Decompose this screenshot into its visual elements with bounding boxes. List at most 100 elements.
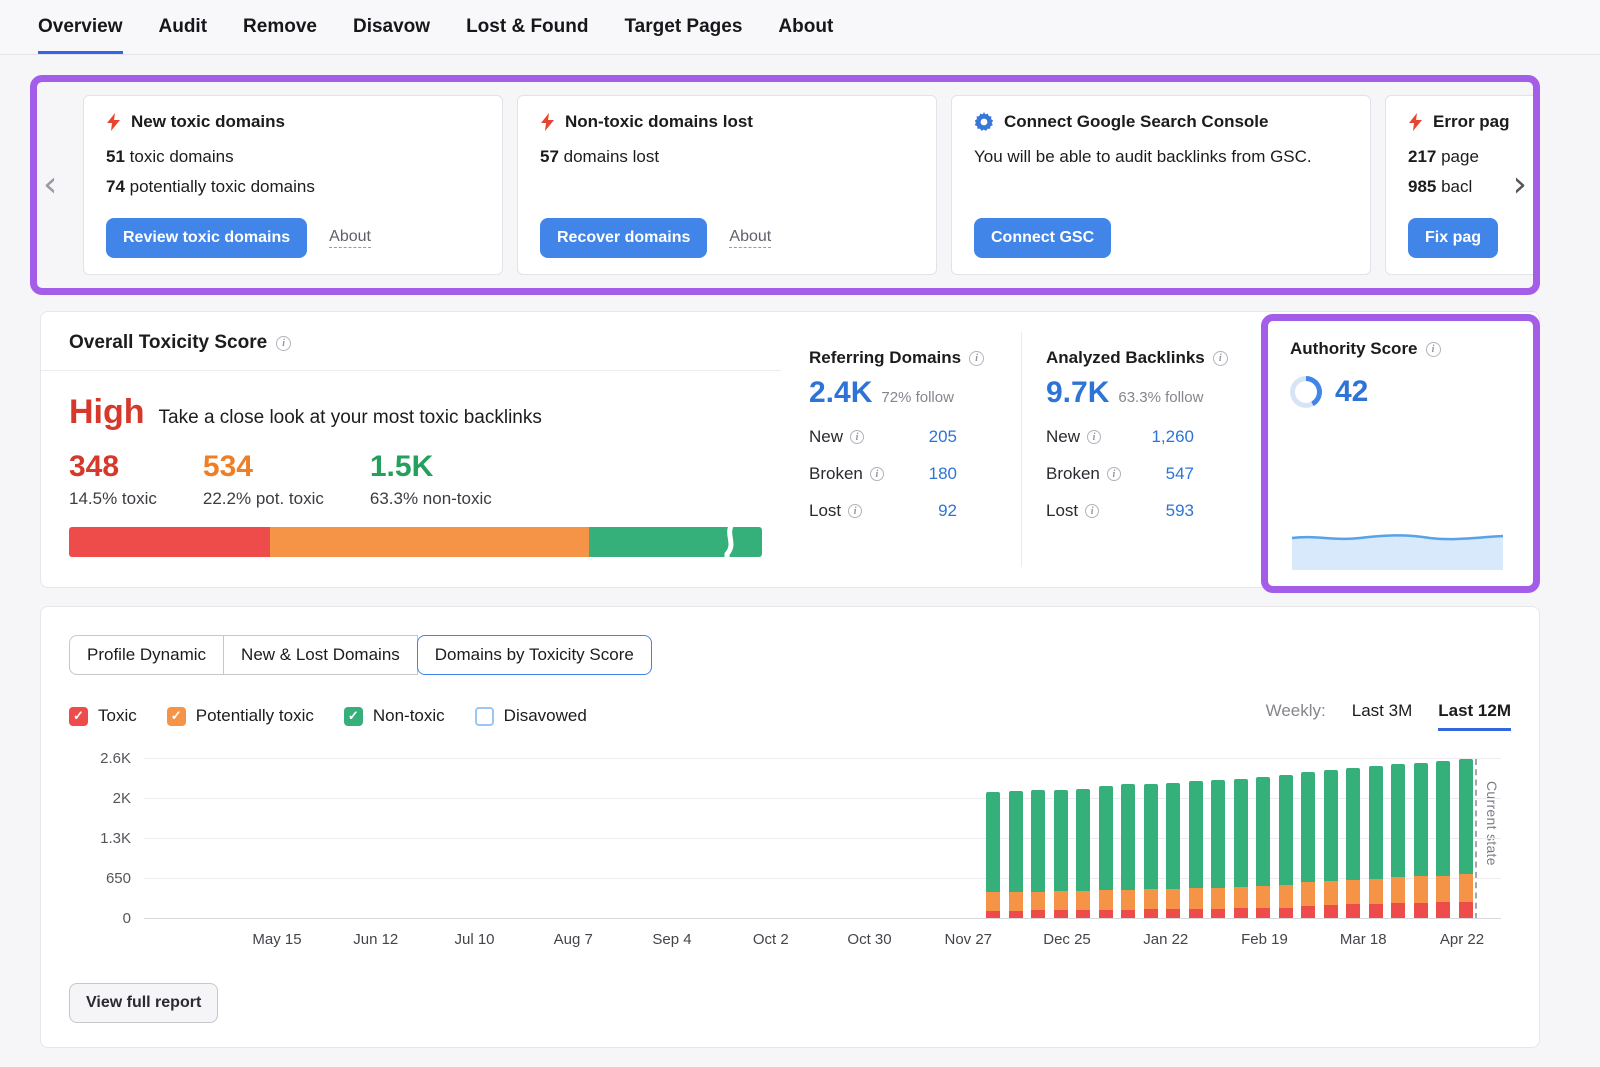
- info-icon[interactable]: i: [1085, 504, 1099, 518]
- chart-bar[interactable]: [1279, 775, 1293, 918]
- recover-domains-button[interactable]: Recover domains: [540, 218, 707, 258]
- period-label: Weekly:: [1266, 701, 1326, 721]
- card-nontoxic-domains-lost: Non-toxic domains lost 57 domains lost R…: [517, 95, 937, 275]
- chart-bar[interactable]: [1211, 780, 1225, 918]
- legend-disavowed[interactable]: Disavowed: [475, 706, 587, 726]
- toxicity-title: Overall Toxicity Score: [69, 332, 267, 354]
- info-icon[interactable]: i: [969, 351, 984, 366]
- referring-domains-follow: 72% follow: [881, 389, 954, 406]
- gear-icon: [974, 112, 994, 132]
- chart-bar[interactable]: [1414, 763, 1428, 918]
- carousel-prev-icon[interactable]: ‹: [43, 167, 57, 203]
- chart-bar[interactable]: [1099, 786, 1113, 918]
- fix-pages-button[interactable]: Fix pag: [1408, 218, 1498, 258]
- chart-bar[interactable]: [986, 792, 1000, 918]
- metric-value-link[interactable]: 593: [1166, 501, 1194, 521]
- chart-plot[interactable]: Current state: [144, 759, 1501, 919]
- chart-bar[interactable]: [1234, 779, 1248, 918]
- checkbox-disavowed[interactable]: [475, 707, 494, 726]
- chart-bar[interactable]: [1436, 761, 1450, 918]
- chart-bar[interactable]: [1144, 784, 1158, 918]
- checkbox-non-toxic[interactable]: ✓: [344, 707, 363, 726]
- legend-non-toxic[interactable]: ✓ Non-toxic: [344, 706, 445, 726]
- review-toxic-domains-button[interactable]: Review toxic domains: [106, 218, 307, 258]
- tab-about[interactable]: About: [778, 0, 833, 54]
- chart-bar[interactable]: [1301, 772, 1315, 918]
- referring-domains-title: Referring Domains: [809, 348, 961, 368]
- metric-value-link[interactable]: 180: [929, 464, 957, 484]
- chart-bar[interactable]: [1346, 768, 1360, 918]
- chart-bar[interactable]: [1256, 777, 1270, 918]
- chart-bar[interactable]: [1391, 764, 1405, 918]
- metric-value-link[interactable]: 1,260: [1151, 427, 1194, 447]
- analyzed-backlinks-value: 9.7K: [1046, 376, 1109, 410]
- info-icon[interactable]: i: [1107, 467, 1121, 481]
- metric-row-new: Newi 1,260: [1046, 427, 1194, 447]
- tab-new-lost-domains[interactable]: New & Lost Domains: [223, 635, 418, 675]
- chart-bar[interactable]: [1009, 791, 1023, 918]
- chart-bar[interactable]: [1031, 790, 1045, 918]
- info-icon[interactable]: i: [1426, 342, 1441, 357]
- referring-domains-section: Referring Domains i 2.4K 72% follow Newi…: [809, 332, 1021, 567]
- info-icon[interactable]: i: [1087, 430, 1101, 444]
- tab-lost-and-found[interactable]: Lost & Found: [466, 0, 588, 54]
- authority-score-ring: [1290, 376, 1322, 408]
- chart-bar[interactable]: [1076, 789, 1090, 918]
- toxicity-level: High: [69, 393, 145, 432]
- tab-overview[interactable]: Overview: [38, 0, 123, 54]
- tab-target-pages[interactable]: Target Pages: [624, 0, 742, 54]
- about-link[interactable]: About: [329, 228, 371, 248]
- analyzed-backlinks-title: Analyzed Backlinks: [1046, 348, 1205, 368]
- chart-bar[interactable]: [1369, 766, 1383, 918]
- card-title: New toxic domains: [131, 112, 285, 132]
- card-title: Error pag: [1433, 112, 1510, 132]
- chart-bar[interactable]: [1459, 759, 1473, 918]
- period-last-3m[interactable]: Last 3M: [1352, 701, 1412, 731]
- toxic-segment[interactable]: [69, 527, 270, 557]
- chart-bar[interactable]: [1121, 784, 1135, 918]
- tab-remove[interactable]: Remove: [243, 0, 317, 54]
- tab-profile-dynamic[interactable]: Profile Dynamic: [69, 635, 224, 675]
- bolt-icon: [106, 113, 121, 131]
- info-icon[interactable]: i: [848, 504, 862, 518]
- tab-disavow[interactable]: Disavow: [353, 0, 430, 54]
- metric-value-link[interactable]: 547: [1166, 464, 1194, 484]
- info-icon[interactable]: i: [870, 467, 884, 481]
- checkbox-toxic[interactable]: ✓: [69, 707, 88, 726]
- x-axis-labels: May 15Jun 12Jul 10Aug 7Sep 4Oct 2Oct 30N…: [144, 931, 1501, 951]
- metric-row-new: Newi 205: [809, 427, 957, 447]
- chart-bar[interactable]: [1189, 781, 1203, 918]
- metric-row-lost: Losti 92: [809, 501, 957, 521]
- legend-toxic[interactable]: ✓ Toxic: [69, 706, 137, 726]
- info-icon[interactable]: i: [1213, 351, 1228, 366]
- view-full-report-button[interactable]: View full report: [69, 983, 218, 1023]
- card-description: You will be able to audit backlinks from…: [974, 144, 1334, 170]
- authority-score-value: 42: [1335, 375, 1368, 409]
- card-title: Non-toxic domains lost: [565, 112, 753, 132]
- about-link[interactable]: About: [729, 228, 771, 248]
- card-stat-line: 57 domains lost: [540, 147, 914, 167]
- bolt-icon: [1408, 113, 1423, 131]
- metric-value-link[interactable]: 92: [938, 501, 957, 521]
- period-last-12m[interactable]: Last 12M: [1438, 701, 1511, 731]
- chart-bar[interactable]: [1166, 783, 1180, 918]
- tab-domains-by-toxicity-score[interactable]: Domains by Toxicity Score: [417, 635, 652, 675]
- carousel-next-icon[interactable]: ›: [1513, 167, 1527, 203]
- card-stat-line: 51 toxic domains: [106, 147, 480, 167]
- toxicity-advice: Take a close look at your most toxic bac…: [159, 407, 542, 429]
- info-icon[interactable]: i: [276, 336, 291, 351]
- metric-row-broken: Brokeni 547: [1046, 464, 1194, 484]
- info-icon[interactable]: i: [850, 430, 864, 444]
- chart-bar[interactable]: [1054, 790, 1068, 918]
- chart-bar[interactable]: [1324, 770, 1338, 918]
- connect-gsc-button[interactable]: Connect GSC: [974, 218, 1111, 258]
- current-state-line: [1475, 759, 1477, 919]
- legend-potentially-toxic[interactable]: ✓ Potentially toxic: [167, 706, 314, 726]
- potentially-toxic-segment[interactable]: [270, 527, 589, 557]
- metric-value-link[interactable]: 205: [929, 427, 957, 447]
- checkbox-potentially-toxic[interactable]: ✓: [167, 707, 186, 726]
- toxicity-distribution-bar[interactable]: [69, 527, 762, 557]
- summary-panel: Overall Toxicity Score i High Take a clo…: [40, 311, 1540, 588]
- tab-audit[interactable]: Audit: [159, 0, 208, 54]
- card-new-toxic-domains: New toxic domains 51 toxic domains 74 po…: [83, 95, 503, 275]
